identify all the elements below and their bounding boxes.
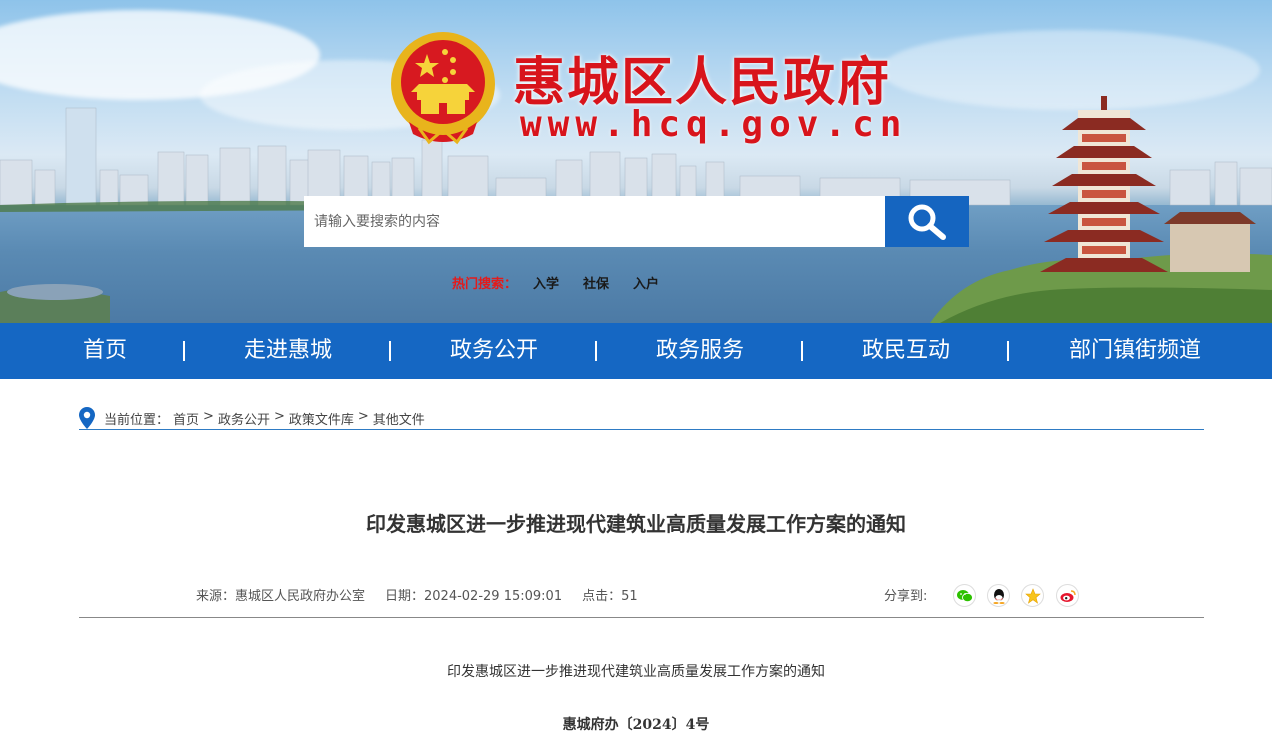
breadcrumb-gov-affairs[interactable]: 政务公开 <box>218 409 270 428</box>
breadcrumb-label: 当前位置： <box>104 413 170 428</box>
nav-item-services[interactable]: 政务服务 <box>654 323 746 379</box>
nav-item-departments[interactable]: 部门镇街频道 <box>1066 323 1204 379</box>
hot-search-label: 热门搜索： <box>452 277 518 292</box>
article-clicks: 点击：51 <box>582 589 638 604</box>
article-subtitle: 印发惠城区进一步推进现代建筑业高质量发展工作方案的通知 <box>447 664 825 680</box>
pagoda <box>1040 96 1168 272</box>
share-wechat-button[interactable] <box>953 584 976 607</box>
breadcrumb: 当前位置： 首页 > 政务公开 > 政策文件库 > 其他文件 <box>79 405 1204 430</box>
nav-separator <box>183 341 185 361</box>
national-emblem-logo <box>391 32 495 145</box>
nav-separator <box>389 341 391 361</box>
nav-item-gov-affairs[interactable]: 政务公开 <box>448 323 540 379</box>
nav-separator <box>801 341 803 361</box>
hot-search-item[interactable]: 社保 <box>583 273 609 292</box>
hot-search-item[interactable]: 入户 <box>633 273 659 292</box>
wechat-icon <box>956 589 973 602</box>
qq-icon <box>992 588 1005 604</box>
share-qzone-button[interactable] <box>1021 584 1044 607</box>
main-navigation: 首页 走进惠城 政务公开 政务服务 政民互动 部门镇街频道 <box>0 323 1272 379</box>
weibo-icon <box>1060 589 1076 602</box>
nav-separator <box>1007 341 1009 361</box>
nav-separator <box>595 341 597 361</box>
article-meta: 来源：惠城区人民政府办公室 日期：2024-02-29 15:09:01 点击：… <box>196 585 658 604</box>
search-button[interactable] <box>885 196 969 247</box>
hot-search: 热门搜索： 入学 社保 入户 <box>452 273 683 292</box>
nav-item-about[interactable]: 走进惠城 <box>242 323 334 379</box>
breadcrumb-separator: > <box>357 409 369 424</box>
location-pin-icon <box>79 407 95 429</box>
share-label: 分享到: <box>884 589 928 604</box>
breadcrumb-policy-library[interactable]: 政策文件库 <box>289 409 354 428</box>
site-url: www.hcq.gov.cn <box>520 104 908 145</box>
nav-item-home[interactable]: 首页 <box>81 323 129 379</box>
article-source: 来源：惠城区人民政府办公室 <box>196 589 366 604</box>
share-qq-button[interactable] <box>987 584 1010 607</box>
article-title: 印发惠城区进一步推进现代建筑业高质量发展工作方案的通知 <box>366 512 906 536</box>
header-banner: 惠城区人民政府 www.hcq.gov.cn 热门搜索： 入学 社保 入户 <box>0 0 1272 323</box>
breadcrumb-other-files[interactable]: 其他文件 <box>373 409 425 428</box>
breadcrumb-separator: > <box>273 409 285 424</box>
divider <box>79 617 1204 618</box>
breadcrumb-separator: > <box>203 409 214 424</box>
article-date: 日期：2024-02-29 15:09:01 <box>385 589 563 604</box>
qzone-icon <box>1024 587 1041 604</box>
breadcrumb-home[interactable]: 首页 <box>173 409 199 428</box>
document-number: 惠城府办〔2024〕4号 <box>562 717 710 733</box>
nav-item-interaction[interactable]: 政民互动 <box>860 323 952 379</box>
magnifier-icon <box>908 204 946 240</box>
search-input[interactable] <box>304 196 885 247</box>
share-weibo-button[interactable] <box>1056 584 1079 607</box>
hot-search-item[interactable]: 入学 <box>533 273 559 292</box>
